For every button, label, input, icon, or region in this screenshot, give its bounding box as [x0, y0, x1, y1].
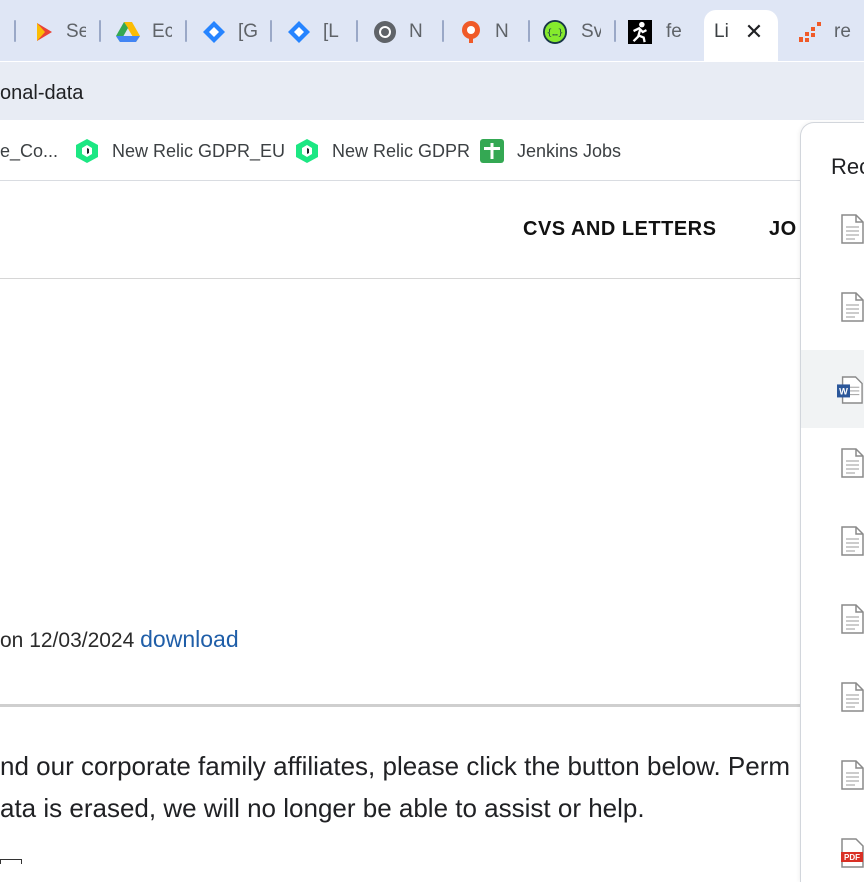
recent-file-item[interactable] [801, 423, 864, 501]
play-store-icon [32, 20, 56, 44]
jira-icon [202, 20, 226, 44]
side-panel: Rec W PDF [800, 122, 864, 882]
tab-separator [442, 20, 444, 42]
nav-divider [0, 278, 800, 279]
google-drive-icon [116, 20, 140, 44]
recent-file-item[interactable] [801, 189, 864, 267]
document-icon [841, 682, 864, 712]
tab-swagger[interactable]: {…} Sv [535, 10, 613, 54]
tab-separator [356, 20, 358, 42]
tab-title: [L [323, 21, 339, 42]
new-relic-icon [294, 138, 320, 164]
runner-icon [628, 20, 652, 44]
document-icon [841, 214, 864, 244]
tab-bars[interactable]: re [786, 10, 864, 54]
erase-button[interactable] [0, 859, 22, 864]
recent-file-item[interactable] [801, 501, 864, 579]
recent-file-item-selected[interactable]: W [801, 350, 864, 428]
erase-description-line-1: nd our corporate family affiliates, plea… [0, 751, 791, 781]
download-link[interactable]: download [140, 626, 238, 652]
tab-separator [270, 20, 272, 42]
grafana-icon [459, 20, 483, 44]
tab-title: N [409, 21, 423, 42]
tab-title: Li [714, 21, 729, 42]
bookmarks-bar: e_Co... New Relic GDPR_EU New Relic GDPR… [0, 120, 864, 181]
nav-cvs-and-letters[interactable]: CVS AND LETTERS [523, 218, 716, 241]
recent-file-item[interactable] [801, 267, 864, 345]
url-text[interactable]: onal-data [0, 82, 83, 105]
tab-separator [14, 20, 16, 42]
export-date-text: on 12/03/2024 [0, 629, 141, 652]
jira-icon [287, 20, 311, 44]
bookmark-partial[interactable]: e_Co... [0, 137, 58, 165]
tab-chrome[interactable]: N [363, 10, 441, 54]
bookmark-label: e_Co... [0, 140, 59, 161]
word-document-icon: W [837, 376, 863, 404]
recent-file-item[interactable] [801, 735, 864, 813]
document-icon [841, 760, 864, 790]
tab-separator [185, 20, 187, 42]
bookmark-label: New Relic GDPR_EU [112, 140, 286, 161]
tab-runner[interactable]: fe [620, 10, 698, 54]
document-icon [841, 604, 864, 634]
tab-title: fe [666, 21, 682, 42]
chrome-icon [373, 20, 397, 44]
tab-title: Ec [152, 21, 172, 42]
bookmark-label: Jenkins Jobs [517, 140, 622, 161]
recent-file-item[interactable]: PDF [801, 813, 864, 882]
tab-active[interactable]: Li ✕ [704, 10, 778, 61]
tab-separator [528, 20, 530, 42]
nav-jobs[interactable]: JO [769, 218, 797, 241]
tab-title: N [495, 21, 509, 42]
recent-file-item[interactable] [801, 657, 864, 735]
tab-google-drive[interactable]: Ec [106, 10, 184, 54]
recent-file-item[interactable] [801, 579, 864, 657]
bookmark-new-relic-gdpr[interactable]: New Relic GDPR [294, 137, 470, 165]
address-bar[interactable]: onal-data [0, 61, 864, 120]
tab-title: Se [66, 21, 86, 42]
tab-title: Sv [581, 21, 601, 42]
section-divider [0, 704, 800, 707]
document-icon [841, 526, 864, 556]
data-export-line: on 12/03/2024 download [0, 626, 239, 653]
tab-strip: Se Ec [G [L N N {…} Sv fe Li ✕ re [0, 0, 864, 61]
tab-jira-1[interactable]: [G [192, 10, 270, 54]
svg-text:W: W [839, 387, 848, 397]
tab-grafana[interactable]: N [449, 10, 527, 54]
tab-jira-2[interactable]: [L [277, 10, 355, 54]
page-content: CVS AND LETTERS JO on 12/03/2024 downloa… [0, 182, 800, 864]
bars-icon [798, 20, 822, 44]
new-relic-icon [74, 138, 100, 164]
svg-text:{…}: {…} [547, 28, 564, 39]
bookmark-label: New Relic GDPR [332, 140, 471, 161]
pdf-badge: PDF [844, 853, 860, 862]
document-icon [841, 448, 864, 478]
close-icon[interactable]: ✕ [740, 18, 768, 46]
tab-separator [614, 20, 616, 42]
bookmark-new-relic-gdpr-eu[interactable]: New Relic GDPR_EU [74, 137, 285, 165]
panel-title: Rec [831, 154, 864, 179]
bookmark-jenkins-jobs[interactable]: Jenkins Jobs [479, 137, 621, 165]
swagger-icon: {…} [543, 20, 567, 44]
document-icon [841, 292, 864, 322]
erase-description-line-2: ata is erased, we will no longer be able… [0, 793, 645, 823]
tab-separator [99, 20, 101, 42]
google-sheets-icon [479, 138, 505, 164]
tab-title: re [834, 21, 851, 42]
tab-title: [G [238, 21, 258, 42]
